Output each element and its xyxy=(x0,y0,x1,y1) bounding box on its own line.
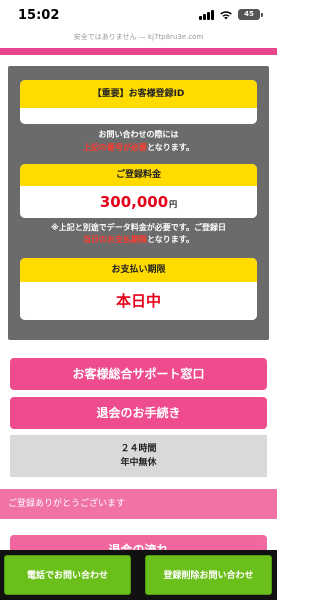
wifi-icon xyxy=(220,10,232,19)
cellular-signal-icon xyxy=(199,9,214,20)
id-notice: お問い合わせの際には 上記の番号が必要となります。 xyxy=(83,130,194,152)
support-desk-button[interactable]: お客様総合サポート窓口 xyxy=(10,358,267,390)
status-icons: 45 xyxy=(199,9,263,20)
cancel-membership-button[interactable]: 退会のお手続き xyxy=(10,397,267,429)
fee-notice-highlight: 当日のお支払期限 xyxy=(83,235,148,244)
thanks-banner: ご登録ありがとうございます xyxy=(0,489,277,519)
customer-id-title: 【重要】お客様登録ID xyxy=(20,80,257,108)
battery-icon: 45 xyxy=(238,9,263,20)
header-strip xyxy=(0,48,277,55)
info-panel: 【重要】お客様登録ID お問い合わせの際には 上記の番号が必要となります。 ご登… xyxy=(8,66,269,340)
service-hours-line2: 年中無休 xyxy=(120,458,157,468)
payment-deadline-card: お支払い期限 本日中 xyxy=(20,258,257,320)
phone-inquiry-button[interactable]: 電話でお問い合わせ xyxy=(4,555,131,595)
status-bar: 15:02 45 xyxy=(0,0,277,28)
fee-notice: ※上記と別途でデータ料金が必要です。ご登録日 当日のお支払期限となります。 xyxy=(51,223,226,244)
registration-fee-title: ご登録料金 xyxy=(20,164,257,186)
service-hours-box: ２４時間 年中無休 xyxy=(10,435,267,477)
bottom-action-bar: 電話でお問い合わせ 登録削除お問い合わせ xyxy=(0,550,277,600)
payment-deadline-title: お支払い期限 xyxy=(20,258,257,282)
customer-id-card: 【重要】お客様登録ID xyxy=(20,80,257,124)
registration-fee-unit: 円 xyxy=(169,200,178,209)
registration-fee-card: ご登録料金 300,000円 xyxy=(20,164,257,218)
url-bar[interactable]: 安全ではありません — kj7tp8ru3e.com xyxy=(0,28,277,46)
payment-deadline-value: 本日中 xyxy=(20,282,257,320)
id-notice-highlight: 上記の番号が必要 xyxy=(83,143,148,152)
service-hours-line1: ２４時間 xyxy=(120,444,157,454)
registration-fee-amount: 300,000 xyxy=(99,193,169,211)
status-time: 15:02 xyxy=(18,8,60,23)
unregister-inquiry-button[interactable]: 登録削除お問い合わせ xyxy=(145,555,272,595)
